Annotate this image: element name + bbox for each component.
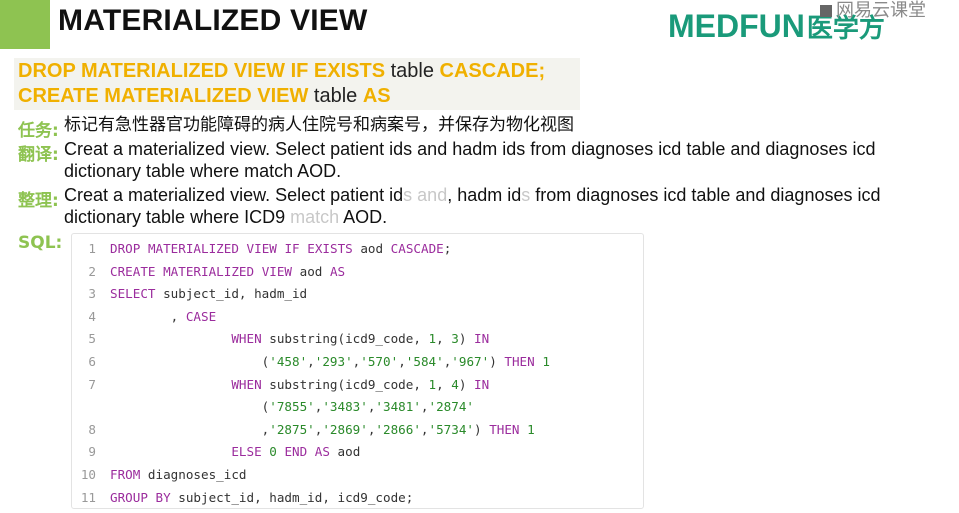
sql-code-line: 7 WHEN substring(icd9_code, 1, 4) IN xyxy=(72,374,489,396)
sql-code-line: 2 CREATE MATERIALIZED VIEW aod AS xyxy=(72,261,345,283)
sql-code-line: ('7855','3483','3481','2874' xyxy=(110,399,475,415)
line-number: 5 xyxy=(88,331,96,347)
sql-code-line: 1 DROP MATERIALIZED VIEW IF EXISTS aod CA… xyxy=(72,238,451,260)
arrangement-text: Creat a materialized view. Select patien… xyxy=(64,185,881,227)
highlight-line-1: DROP MATERIALIZED VIEW IF EXISTS table C… xyxy=(18,60,546,82)
line-number: 7 xyxy=(88,376,96,392)
sql-code-line: 4 , CASE xyxy=(72,306,216,328)
line-number: 2 xyxy=(88,263,96,279)
arrangement-label: 整理: xyxy=(18,191,59,211)
sql-label: SQL: xyxy=(18,233,63,253)
line-number: 10 xyxy=(80,467,96,482)
sql-code-line: 9 ELSE 0 END AS aod xyxy=(72,441,360,463)
sql-code-line: 3 SELECT subject_id, hadm_id xyxy=(72,283,307,305)
sql-code-line: 10 FROM diagnoses_icd xyxy=(72,464,247,486)
task-label: 任务: xyxy=(18,121,59,141)
watermark-icon xyxy=(820,5,832,17)
highlight-line-2: CREATE MATERIALIZED VIEW table AS xyxy=(18,85,391,107)
line-number: 4 xyxy=(88,308,96,324)
title-accent-bar xyxy=(0,0,50,49)
watermark: 网易云课堂 xyxy=(820,0,926,22)
translation-text: Creat a materialized view. Select patien… xyxy=(64,139,876,181)
task-text: 标记有急性器官功能障碍的病人住院号和病案号，并保存为物化视图 xyxy=(64,115,574,135)
line-number: 11 xyxy=(80,489,96,505)
sql-code-line: 11 GROUP BY subject_id, hadm_id, icd9_cod… xyxy=(72,487,414,509)
line-number: 6 xyxy=(88,354,96,369)
logo-text: MEDFUN xyxy=(668,8,805,44)
sql-code-line: 6 ('458','293','570','584','967') THEN 1 xyxy=(72,351,550,373)
line-number: 3 xyxy=(88,286,96,302)
slide-title: MATERIALIZED VIEW xyxy=(58,4,368,37)
translation-label: 翻译: xyxy=(18,145,59,165)
line-number: 1 xyxy=(88,241,96,256)
sql-code-block: 1 DROP MATERIALIZED VIEW IF EXISTS aod CA… xyxy=(71,233,644,509)
line-number: 9 xyxy=(88,444,96,460)
line-number: 8 xyxy=(88,421,96,437)
sql-code-line: 8 ,'2875','2869','2866','5734') THEN 1 xyxy=(72,419,534,441)
sql-code-line: 5 WHEN substring(icd9_code, 1, 3) IN xyxy=(72,328,489,350)
